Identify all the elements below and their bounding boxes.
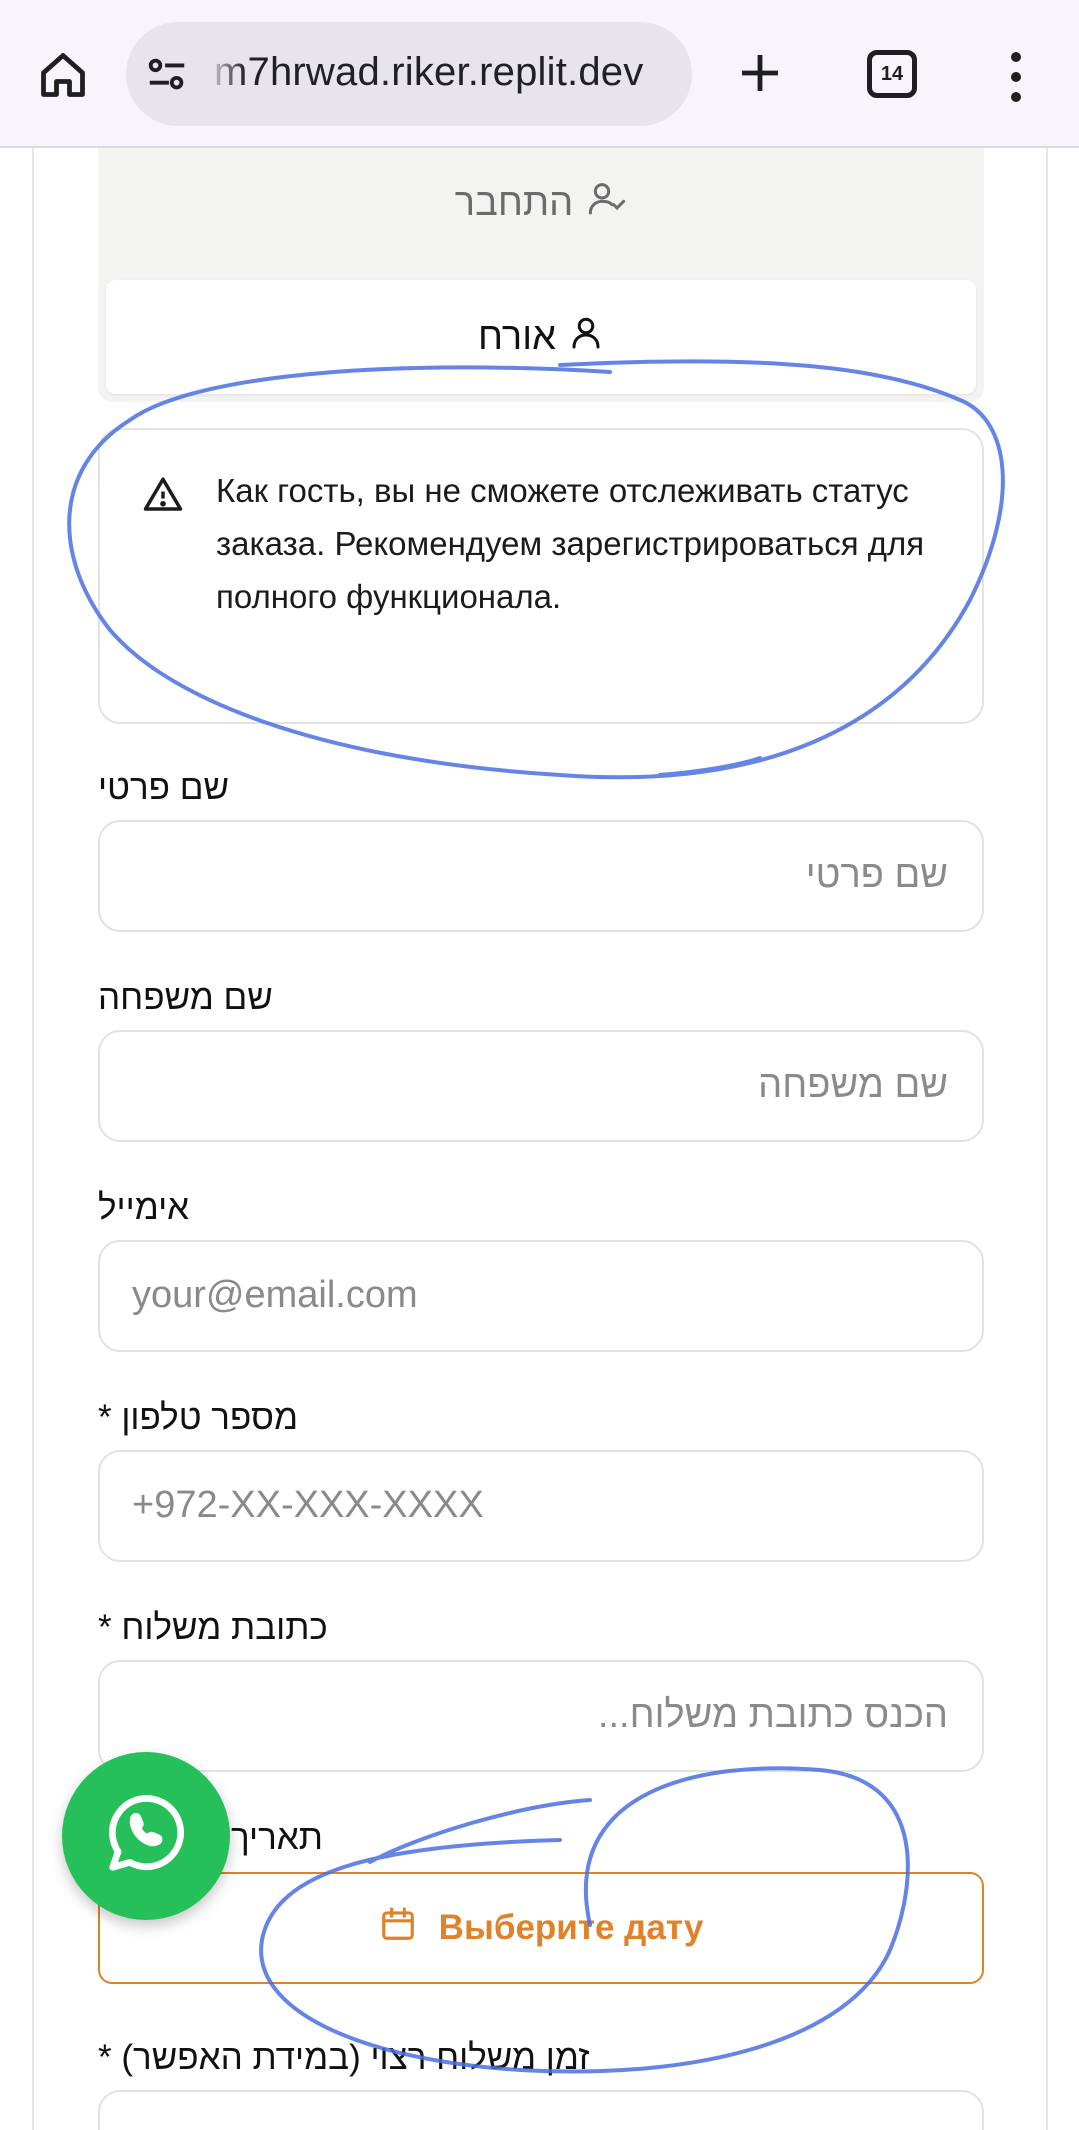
guest-tab-label: אורח (478, 315, 556, 358)
address-placeholder: הכנס כתובת משלוח... (597, 1694, 948, 1736)
last-name-label: שם משפחה (98, 978, 273, 1017)
phone-input[interactable]: +972-XX-XXX-XXXX (98, 1450, 984, 1562)
browser-toolbar: m7hrwad.riker.replit.dev 14 (0, 0, 1079, 148)
user-check-icon (587, 178, 627, 228)
user-icon (568, 312, 604, 362)
address-label: כתובת משלוח * (98, 1608, 328, 1647)
address-label-row: כתובת משלוח * (98, 1608, 984, 1658)
email-label-row: אימייל (98, 1188, 984, 1238)
home-icon[interactable] (30, 42, 96, 108)
address-input[interactable]: הכנס כתובת משלוח... (98, 1660, 984, 1772)
last-name-input[interactable]: שם משפחה (98, 1030, 984, 1142)
first-name-input[interactable]: שם פרטי (98, 820, 984, 932)
alert-text: Как гость, вы не сможете отслеживать ста… (216, 472, 925, 615)
tab-login[interactable]: התחבר (98, 168, 984, 238)
email-label: אימייל (98, 1188, 190, 1227)
date-button-label: Выберите дату (438, 1908, 704, 1947)
whatsapp-button[interactable] (62, 1752, 230, 1920)
tab-guest[interactable]: אורח (106, 280, 976, 394)
phone-label: מספר טלפון * (98, 1398, 298, 1437)
date-label-row: תאריך משלוח * (98, 1818, 984, 1868)
first-name-label-row: שם פרטי (98, 768, 984, 818)
tab-switcher-button[interactable]: 14 (867, 50, 917, 98)
url-fade (206, 22, 246, 126)
login-tab-label: התחבר (454, 181, 574, 224)
time-label: זמן משלוח רצוי (במידת האפשר) * (98, 2038, 590, 2077)
new-tab-icon[interactable] (730, 40, 790, 106)
overflow-menu-icon[interactable] (996, 44, 1036, 110)
time-select[interactable] (98, 2090, 984, 2130)
email-input[interactable]: your@email.com (98, 1240, 984, 1352)
phone-label-row: מספר טלפון * (98, 1398, 984, 1448)
first-name-placeholder: שם פרטי (805, 854, 948, 896)
warning-triangle-icon (142, 474, 184, 516)
auth-tabs: התחבר אורח (98, 148, 984, 402)
guest-warning-alert: Как гость, вы не сможете отслеживать ста… (98, 428, 984, 724)
phone-placeholder: +972-XX-XXX-XXXX (132, 1484, 484, 1526)
calendar-icon (379, 1904, 417, 1953)
date-picker-button[interactable]: Выберите дату (98, 1872, 984, 1984)
whatsapp-icon (96, 1784, 196, 1889)
first-name-label: שם פרטי (98, 768, 229, 807)
email-placeholder: your@email.com (132, 1274, 418, 1316)
last-name-placeholder: שם משפחה (758, 1064, 948, 1106)
time-label-row: זמן משלוח רצוי (במידת האפשר) * (98, 2038, 984, 2088)
last-name-label-row: שם משפחה (98, 978, 984, 1028)
address-bar[interactable]: m7hrwad.riker.replit.dev (126, 22, 692, 126)
url-text: m7hrwad.riker.replit.dev (214, 50, 644, 94)
site-settings-icon[interactable] (144, 52, 190, 98)
